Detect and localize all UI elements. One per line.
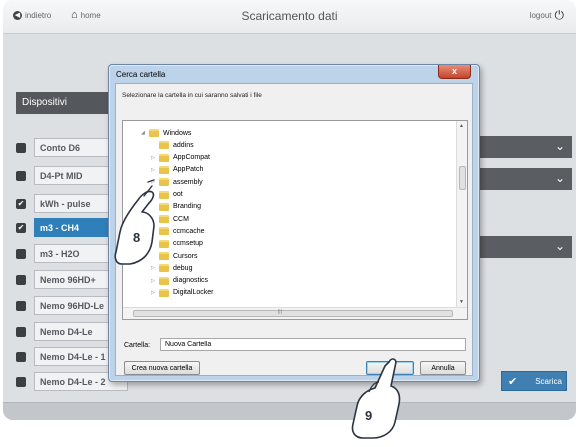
checkbox[interactable] — [16, 351, 26, 362]
folder-icon — [149, 129, 159, 137]
folder-label: debug — [173, 264, 193, 272]
folder-icon — [159, 276, 169, 285]
check-icon: ✔ — [508, 375, 518, 388]
checkbox[interactable] — [16, 376, 26, 387]
checkbox[interactable] — [16, 300, 26, 311]
dialog-close-button[interactable]: x — [438, 65, 471, 79]
folder-tree-item[interactable]: addins — [151, 139, 194, 151]
chevron-down-icon: ⌄ — [554, 139, 565, 153]
pointing-hand-icon — [351, 358, 401, 439]
folder-label: Cursors — [173, 252, 198, 260]
folder-label: CCM — [173, 215, 189, 223]
expander-icon[interactable]: ▷ — [151, 290, 159, 296]
expander-icon[interactable]: ▷ — [151, 278, 159, 284]
folder-label: DigitalLocker — [173, 289, 214, 297]
step-number-9: 9 — [365, 408, 373, 423]
hscroll-thumb[interactable] — [133, 310, 453, 317]
folder-label: ccmsetup — [173, 240, 203, 248]
folder-label: ccmcache — [173, 227, 205, 235]
scroll-up-icon[interactable]: ▲ — [459, 123, 464, 129]
dialog-instruction: Selezionare la cartella in cui saranno s… — [122, 92, 262, 99]
folder-icon — [159, 153, 169, 162]
cancel-button[interactable]: Annulla — [420, 361, 466, 375]
pointing-hand-icon — [114, 179, 155, 265]
page-title: Scaricamento dati — [241, 9, 338, 23]
chevron-down-icon: ⌄ — [554, 171, 565, 185]
horizontal-scrollbar[interactable]: ||| — [123, 307, 467, 319]
folder-label: addins — [173, 141, 194, 149]
folder-label: Windows — [163, 129, 192, 137]
vertical-scrollbar[interactable]: ▲ ▼ — [456, 121, 467, 308]
step-callout-9: 9 — [345, 352, 405, 447]
scarica-label: Scarica — [535, 376, 562, 386]
checkbox[interactable] — [16, 170, 26, 181]
top-bar: ◀ indietro ⌂ home Scaricamento dati logo… — [3, 0, 576, 34]
folder-label: Branding — [173, 203, 202, 211]
folder-tree-item[interactable]: ▷ AppCompat — [151, 152, 210, 164]
checkbox[interactable] — [16, 274, 26, 285]
grip-icon: ||| — [278, 309, 282, 315]
step-callout-8: 8 — [108, 172, 168, 277]
folder-tree[interactable]: ◢ Windows addins ▷ AppCompat ▷ AppPatch ▷ assemb… — [122, 120, 468, 320]
checkbox-checked[interactable]: ✔ — [16, 222, 26, 233]
folder-tree-item[interactable]: ▷ DigitalLocker — [151, 287, 213, 299]
power-icon: ⏻ — [554, 8, 565, 22]
logout-button[interactable]: logout ⏻ — [529, 8, 565, 22]
checkbox[interactable] — [16, 142, 26, 153]
folder-label: AppPatch — [173, 166, 204, 174]
folder-label: assembly — [173, 178, 203, 186]
folder-label: AppCompat — [173, 154, 210, 162]
expander-icon[interactable]: ▷ — [151, 155, 159, 161]
checkbox[interactable] — [16, 248, 26, 259]
dialog-body: Selezionare la cartella in cui saranno s… — [115, 83, 473, 376]
dialog-title: Cerca cartella — [116, 70, 166, 79]
step-number-8: 8 — [133, 230, 141, 245]
folder-label: diagnostics — [173, 277, 209, 285]
folder-label: oot — [173, 191, 183, 198]
folder-tree-item[interactable]: ◢ Windows — [141, 127, 191, 139]
folder-icon — [159, 141, 169, 150]
scroll-thumb[interactable] — [459, 166, 466, 190]
checkbox-checked[interactable]: ✔ — [16, 198, 26, 209]
scarica-button[interactable]: ✔ Scarica — [501, 371, 567, 391]
logout-label: logout — [529, 10, 552, 20]
folder-field-label: Cartella: — [124, 342, 151, 349]
devices-header: Dispositivi — [16, 92, 118, 114]
folder-name-input[interactable] — [160, 338, 466, 351]
scroll-down-icon[interactable]: ▼ — [459, 299, 464, 305]
checkbox[interactable] — [16, 326, 26, 337]
expander-icon[interactable]: ◢ — [141, 130, 149, 136]
bottom-bar — [3, 402, 576, 420]
folder-icon — [159, 288, 169, 297]
chevron-down-icon: ⌄ — [554, 239, 565, 253]
new-folder-button[interactable]: Crea nuova cartella — [124, 361, 200, 375]
